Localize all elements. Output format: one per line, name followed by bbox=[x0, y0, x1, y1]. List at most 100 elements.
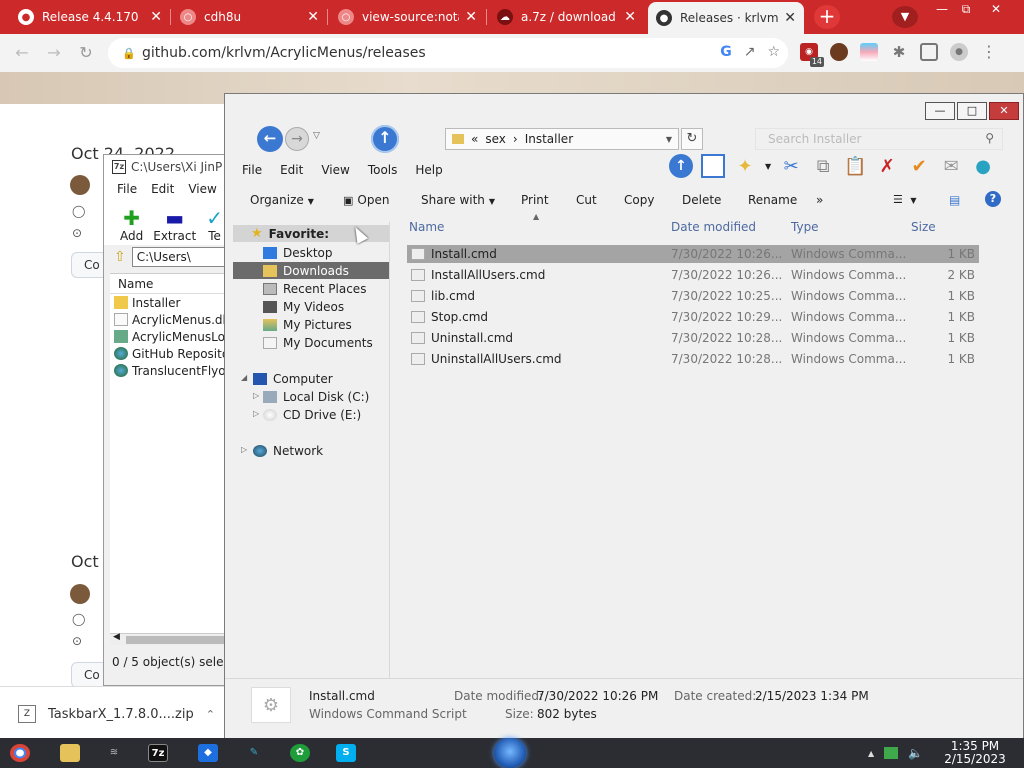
file-row-uninstall[interactable]: Uninstall.cmd 7/30/2022 10:28... Windows… bbox=[407, 329, 979, 347]
more-commands-button[interactable]: » bbox=[816, 193, 823, 207]
list-item[interactable]: AcrylicMenusLoa bbox=[110, 328, 232, 345]
column-name[interactable]: Name bbox=[110, 274, 227, 294]
nav-downloads[interactable]: Downloads bbox=[233, 262, 389, 279]
copy-icon[interactable]: ⧉ bbox=[811, 154, 835, 178]
menu-tools[interactable]: Tools bbox=[368, 163, 398, 177]
checkmark-icon[interactable]: ✔ bbox=[907, 154, 931, 178]
list-item[interactable]: TranslucentFlyou bbox=[110, 362, 233, 379]
test-button[interactable]: ✓ Te bbox=[206, 207, 223, 243]
address-dropdown-icon[interactable]: ▼ bbox=[666, 135, 672, 144]
puzzle-icon[interactable]: ✱ bbox=[890, 43, 908, 61]
list-item[interactable]: AcrylicMenus.dll bbox=[110, 311, 229, 328]
start-button[interactable] bbox=[494, 738, 526, 768]
dropdown-icon[interactable]: ▼ bbox=[765, 162, 771, 171]
file-explorer-icon[interactable] bbox=[60, 744, 80, 762]
file-row-stop[interactable]: Stop.cmd 7/30/2022 10:29... Windows Comm… bbox=[407, 308, 979, 326]
print-button[interactable]: Print bbox=[521, 193, 549, 207]
up-arrow-icon[interactable]: ↑ bbox=[669, 154, 693, 178]
search-icon[interactable]: ⚲ bbox=[985, 131, 994, 145]
nav-my-pictures[interactable]: My Pictures bbox=[263, 316, 352, 333]
breadcrumb-installer[interactable]: Installer bbox=[525, 132, 573, 146]
breadcrumb-sex[interactable]: sex bbox=[485, 132, 506, 146]
tab-view-source[interactable]: ○ view-source:nota· ✕ bbox=[330, 2, 485, 32]
file-row-lib[interactable]: lib.cmd 7/30/2022 10:25... Windows Comma… bbox=[407, 287, 979, 305]
volume-icon[interactable]: 🔈 bbox=[908, 746, 923, 760]
dropbox-icon[interactable]: ◆ bbox=[198, 744, 218, 762]
extension-shield-icon[interactable]: ◉ 14 bbox=[800, 43, 824, 67]
breadcrumb-chevron[interactable]: « bbox=[471, 132, 478, 146]
tool-icon[interactable]: ✎ bbox=[244, 744, 264, 762]
preview-pane-icon[interactable]: ▤ bbox=[949, 193, 960, 207]
globe-icon[interactable]: ● bbox=[971, 154, 995, 178]
extension-avatar-icon[interactable] bbox=[830, 43, 848, 61]
sidebar-icon[interactable] bbox=[920, 43, 938, 61]
menu-view[interactable]: View bbox=[321, 163, 349, 177]
file-row-installallusers[interactable]: InstallAllUsers.cmd 7/30/2022 10:26... W… bbox=[407, 266, 979, 284]
7zip-taskbar-icon[interactable]: 7z bbox=[148, 744, 168, 762]
folder-up-icon[interactable]: ⇧ bbox=[114, 249, 126, 265]
extract-button[interactable]: ▬ Extract bbox=[153, 207, 196, 243]
forward-button[interactable]: → bbox=[285, 127, 309, 151]
column-type[interactable]: Type bbox=[791, 220, 819, 234]
add-button[interactable]: ✚ Add bbox=[120, 207, 143, 243]
extension-flag-icon[interactable] bbox=[860, 43, 878, 61]
download-item[interactable]: Z TaskbarX_1.7.8.0....zip ⌃ bbox=[18, 705, 215, 723]
column-date-modified[interactable]: Date modified bbox=[671, 220, 756, 234]
scroll-thumb[interactable] bbox=[126, 636, 227, 644]
folder-star-icon[interactable]: ✦ bbox=[733, 154, 757, 178]
nav-my-videos[interactable]: My Videos bbox=[263, 298, 344, 315]
nav-recent-places[interactable]: Recent Places bbox=[263, 280, 366, 297]
nav-cd-drive[interactable]: CD Drive (E:) bbox=[263, 406, 361, 423]
tray-expand-icon[interactable]: ▲ bbox=[868, 749, 874, 758]
close-icon[interactable]: ✕ bbox=[982, 0, 1010, 18]
path-input[interactable]: C:\Users\ bbox=[131, 247, 227, 267]
search-input[interactable]: Search Installer ⚲ bbox=[755, 128, 1003, 150]
delete-button[interactable]: Delete bbox=[682, 193, 721, 207]
clock[interactable]: 1:35 PM 2/15/2023 bbox=[942, 740, 1008, 766]
refresh-button[interactable]: ↻ bbox=[681, 128, 703, 150]
view-options-icon[interactable]: ☰ ▼ bbox=[893, 193, 917, 206]
nav-computer[interactable]: Computer bbox=[253, 370, 333, 387]
chevron-up-icon[interactable]: ⌃ bbox=[206, 708, 215, 721]
list-item[interactable]: GitHub Reposito bbox=[110, 345, 229, 362]
address-bar[interactable]: « sex › Installer ▼ bbox=[445, 128, 679, 150]
menu-edit[interactable]: Edit bbox=[280, 163, 303, 177]
back-arrow-icon[interactable]: ← bbox=[12, 43, 32, 63]
game-icon[interactable]: ✿ bbox=[290, 744, 310, 762]
file-row-uninstallallusers[interactable]: UninstallAllUsers.cmd 7/30/2022 10:28...… bbox=[407, 350, 979, 368]
copy-button[interactable]: Copy bbox=[624, 193, 654, 207]
back-button[interactable]: ← bbox=[257, 126, 283, 152]
rename-button[interactable]: Rename bbox=[748, 193, 797, 207]
open-button[interactable]: ▣ Open bbox=[343, 193, 389, 207]
column-size[interactable]: Size bbox=[911, 220, 936, 234]
collapse-icon[interactable]: ◢ bbox=[241, 373, 247, 382]
minimize-button[interactable]: — bbox=[925, 102, 955, 120]
expand-icon[interactable]: ▷ bbox=[241, 445, 247, 454]
menu-file[interactable]: File bbox=[242, 163, 262, 177]
avatar[interactable] bbox=[70, 175, 90, 195]
list-item[interactable]: Installer bbox=[110, 294, 227, 311]
new-tab-button[interactable]: + bbox=[814, 5, 840, 29]
breadcrumb-separator[interactable]: › bbox=[513, 132, 518, 146]
organize-button[interactable]: Organize ▼ bbox=[250, 193, 314, 207]
avatar[interactable] bbox=[70, 584, 90, 604]
skype-icon[interactable]: S bbox=[336, 744, 356, 762]
nav-my-documents[interactable]: My Documents bbox=[263, 334, 373, 351]
app-icon[interactable]: ≋ bbox=[104, 744, 124, 762]
forward-arrow-icon[interactable]: → bbox=[44, 43, 64, 63]
menu-dots-icon[interactable]: ⋮ bbox=[980, 43, 998, 61]
tab-releases[interactable]: ● Releases · krlvm/ ✕ bbox=[648, 2, 804, 34]
horizontal-scrollbar[interactable]: ◀ bbox=[110, 632, 227, 645]
menu-view[interactable]: View bbox=[188, 182, 216, 196]
scissors-icon[interactable]: ✂ bbox=[779, 154, 803, 178]
reload-icon[interactable]: ↻ bbox=[76, 43, 96, 63]
close-button[interactable]: ✕ bbox=[989, 102, 1019, 120]
profile-icon[interactable]: ● bbox=[950, 43, 968, 61]
close-tab-icon[interactable]: ✕ bbox=[150, 9, 162, 25]
close-tab-icon[interactable]: ✕ bbox=[784, 10, 796, 26]
close-tab-icon[interactable]: ✕ bbox=[624, 9, 636, 25]
chrome-icon[interactable] bbox=[10, 744, 30, 762]
star-icon[interactable]: ☆ bbox=[767, 44, 780, 60]
help-icon[interactable]: ? bbox=[985, 191, 1001, 207]
tab-release[interactable]: ● Release 4.4.170 ✕ bbox=[10, 2, 170, 32]
